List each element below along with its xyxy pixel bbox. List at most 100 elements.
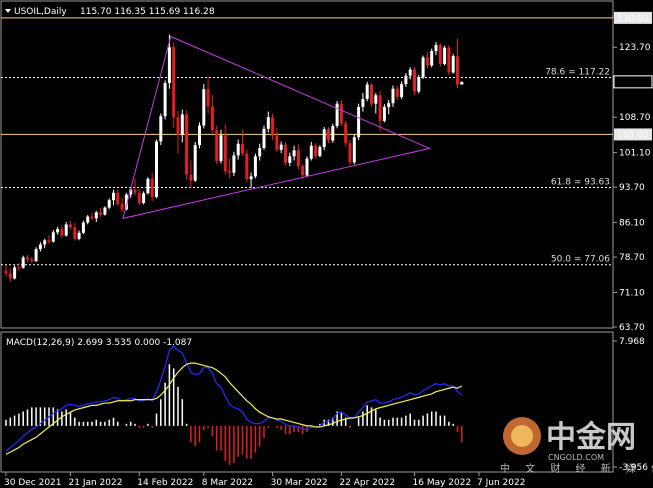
- dropdown-triangle-icon[interactable]: [5, 9, 11, 13]
- date-axis: 30 Dec 2021 21 Jan 2022 14 Feb 2022 8 Mar 2…: [4, 472, 525, 488]
- candle-body: [253, 156, 257, 177]
- candle-body: [309, 145, 313, 159]
- price-tick-label: 63.70: [619, 323, 645, 333]
- level-label: 105.00: [617, 130, 649, 140]
- candle-body: [150, 178, 154, 197]
- candle-body: [43, 240, 47, 245]
- candle-body: [292, 150, 296, 157]
- candle-body: [258, 147, 262, 157]
- price-tick-label: 123.70: [619, 43, 651, 53]
- price-tick-label: 71.10: [619, 288, 645, 298]
- candle-body: [81, 222, 85, 233]
- candle-body: [236, 143, 240, 156]
- candle-body: [56, 229, 60, 233]
- candle-body: [430, 50, 434, 66]
- candle-body: [17, 267, 21, 269]
- candle-body: [64, 224, 68, 236]
- fib-label: 78.6 = 117.22: [545, 67, 610, 77]
- candle-body: [365, 84, 369, 99]
- candle-body: [146, 178, 150, 194]
- candle-body: [206, 89, 210, 107]
- candle-body: [241, 143, 244, 154]
- candle-body: [262, 128, 266, 148]
- candle-body: [400, 84, 404, 98]
- candle-body: [163, 83, 167, 117]
- candle-body: [30, 259, 34, 262]
- candle-body: [112, 192, 115, 201]
- candle-body: [86, 216, 90, 223]
- candle-body: [456, 56, 459, 85]
- fib-label: 61.8 = 93.63: [551, 177, 610, 187]
- candle-body: [210, 106, 214, 131]
- candle-body: [352, 137, 356, 163]
- price-tick-label: 108.70: [619, 113, 651, 123]
- watermark-url: CNGOLD.COM: [548, 453, 604, 462]
- candle-body: [107, 200, 111, 208]
- watermark-slogan: 中 文 财 经 新 媒 体: [500, 462, 653, 475]
- candle-body: [69, 224, 72, 228]
- candle-body: [8, 273, 12, 279]
- candle-body: [120, 203, 124, 210]
- candle-body: [447, 47, 451, 73]
- price-tick-label: 86.10: [619, 219, 645, 229]
- candle-body: [357, 106, 361, 138]
- candle-body: [232, 155, 236, 173]
- candle-body: [219, 135, 223, 162]
- candle-body: [228, 171, 232, 173]
- candle-body: [137, 192, 141, 203]
- candle-body: [142, 193, 146, 203]
- chart-header: USOIL,Daily 115.70 116.35 115.69 116.28: [5, 7, 215, 17]
- candle-body: [460, 81, 464, 85]
- candle-body: [395, 88, 399, 98]
- candle-body: [60, 229, 64, 236]
- candle-body: [378, 95, 382, 121]
- macd-tick-label: 7.968: [619, 337, 645, 347]
- horizontal-levels: 130.00 105.00 78.6 = 117.22 61.8 = 93.63 50.…: [1, 11, 653, 266]
- candle-body: [94, 212, 98, 219]
- candle-body: [34, 249, 38, 262]
- ohlc-values: 115.70 116.35 115.69 116.28: [80, 7, 215, 17]
- macd-label: MACD(12,26,9) 2.699 3.535 0.000 -1.087: [6, 338, 192, 348]
- candle-body: [417, 77, 421, 92]
- candle-body: [133, 189, 137, 193]
- candle-body: [215, 130, 219, 162]
- candle-body: [327, 129, 330, 141]
- candle-body: [202, 89, 206, 126]
- date-tick-label: 21 Jan 2022: [69, 478, 123, 488]
- watermark: 中金网 CNGOLD.COM 中 文 财 经 新 媒 体: [500, 417, 653, 475]
- price-tick-label: 101.10: [619, 149, 651, 159]
- date-tick-label: 30 Mar 2022: [271, 478, 328, 488]
- candle-body: [348, 143, 352, 163]
- date-tick-label: 7 Jun 2022: [477, 478, 525, 488]
- candle-body: [185, 114, 189, 175]
- current-price-box: [613, 75, 653, 89]
- candle-body: [391, 88, 395, 104]
- candle-body: [73, 227, 77, 239]
- candle-body: [167, 47, 171, 84]
- candle-body: [314, 145, 318, 156]
- candle-body: [408, 69, 412, 76]
- candle-body: [361, 98, 365, 107]
- macd-indicator: [5, 345, 463, 465]
- candle-body: [425, 57, 429, 66]
- candle-body: [339, 103, 343, 124]
- candle-body: [374, 95, 378, 104]
- level-label: 130.00: [617, 14, 649, 24]
- date-tick-label: 30 Dec 2021: [4, 478, 62, 488]
- candle-body: [155, 141, 158, 197]
- candle-body: [26, 257, 29, 260]
- watermark-logo-text: 中金网: [546, 420, 636, 455]
- symbol-label: USOIL,Daily: [14, 7, 67, 17]
- date-tick-label: 8 Mar 2022: [202, 478, 253, 488]
- candle-body: [77, 232, 81, 239]
- candle-body: [245, 153, 249, 180]
- candle-body: [4, 270, 8, 274]
- candle-body: [284, 144, 287, 163]
- candle-body: [318, 147, 322, 156]
- candle-body: [223, 135, 227, 172]
- candle-body: [159, 116, 163, 142]
- candle-body: [413, 69, 416, 92]
- candle-body: [189, 174, 193, 181]
- logo-inner-icon: [511, 425, 533, 447]
- price-tick-label: 78.70: [619, 253, 645, 263]
